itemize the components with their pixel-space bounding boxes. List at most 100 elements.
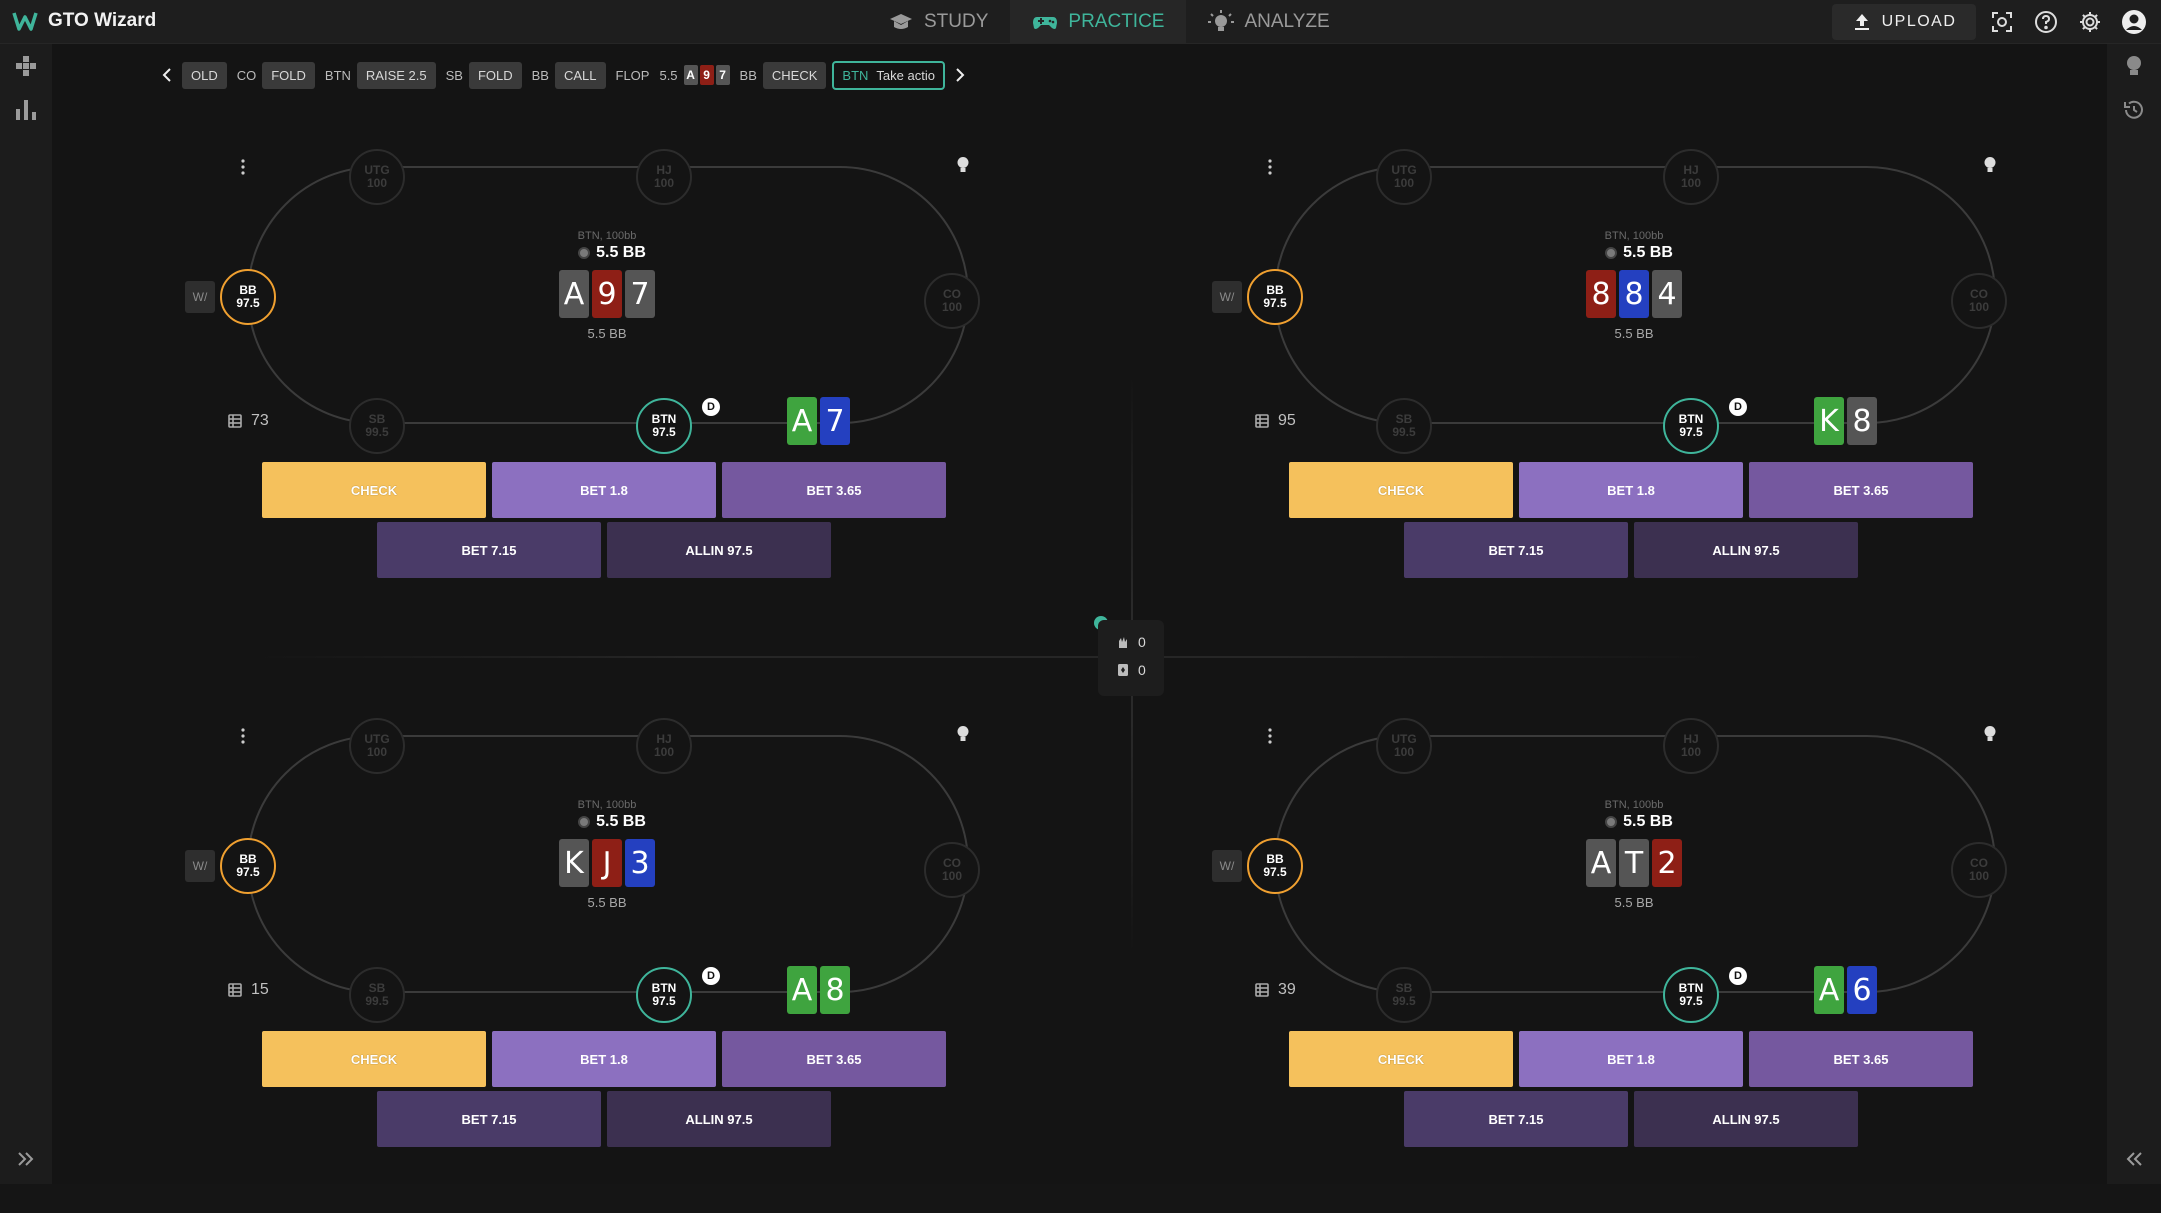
table-hand-counter: 15 (227, 981, 269, 999)
bet-medium-button[interactable]: BET 3.65 (1749, 462, 1973, 518)
seat-stack: 100 (653, 176, 675, 190)
allin-button[interactable]: ALLIN 97.5 (1634, 522, 1858, 578)
hero-hand: A 7 (787, 397, 850, 445)
seat-sb: SB 99.5 (1376, 398, 1432, 454)
board-card: 8 (1619, 270, 1649, 318)
gamepad-icon (1033, 17, 1058, 29)
allin-button[interactable]: ALLIN 97.5 (607, 522, 831, 578)
hint-button[interactable] (1983, 156, 1997, 179)
poker-table-1: UTG 100 HJ 100 CO 100 BB 97.5 SB 99.5 BT… (92, 84, 1092, 644)
bet-small-button[interactable]: BET 1.8 (492, 462, 716, 518)
tab-study[interactable]: STUDY (866, 0, 1010, 44)
history-flop[interactable]: FLOP 5.5 A 9 7 (612, 65, 730, 85)
history-position: SB (445, 67, 463, 83)
check-button[interactable]: CHECK (262, 1031, 486, 1087)
bet-large-button[interactable]: BET 7.15 (377, 522, 601, 578)
allin-button[interactable]: ALLIN 97.5 (607, 1091, 831, 1147)
pot-sub-value: 5.5 BB (1614, 326, 1654, 341)
villain-tag[interactable]: W/ (185, 850, 215, 882)
bet-medium-button[interactable]: BET 3.65 (1749, 1031, 1973, 1087)
lightbulb-icon (957, 157, 969, 172)
pot-amount: 5.5 BB (557, 244, 667, 262)
bet-small-button[interactable]: BET 1.8 (492, 1031, 716, 1087)
dealer-button: D (1729, 398, 1747, 416)
screenshot-button[interactable] (1988, 8, 2016, 36)
seat-utg: UTG 100 (349, 149, 405, 205)
seat-sb: SB 99.5 (349, 967, 405, 1023)
seat-hj: HJ 100 (636, 718, 692, 774)
seat-stack: 100 (1393, 176, 1415, 190)
pot-value: 5.5 BB (596, 244, 646, 261)
hint-button[interactable] (956, 156, 970, 179)
mini-card: 9 (699, 65, 714, 85)
spot-label: BTN, 100bb (577, 230, 637, 242)
poker-table-3: UTG 100 HJ 100 CO 100 BB 97.5 SB 99.5 BT… (92, 653, 1092, 1213)
villain-tag[interactable]: W/ (1212, 281, 1242, 313)
help-button[interactable] (2032, 8, 2060, 36)
table-menu-button[interactable] (240, 727, 246, 750)
seat-hj: HJ 100 (1663, 149, 1719, 205)
history-position: CO (236, 67, 257, 83)
logo[interactable]: GTO Wizard (12, 8, 156, 34)
hand-count: 15 (251, 981, 269, 998)
double-chevron-left-icon (2126, 1152, 2142, 1166)
bet-medium-button[interactable]: BET 3.65 (722, 1031, 946, 1087)
check-button[interactable]: CHECK (262, 462, 486, 518)
upload-button[interactable]: UPLOAD (1832, 4, 1976, 40)
bet-large-button[interactable]: BET 7.15 (1404, 522, 1628, 578)
seat-btn: BTN 97.5 (1663, 967, 1719, 1023)
seat-bb: BB 97.5 (220, 838, 276, 894)
table-menu-button[interactable] (1267, 727, 1273, 750)
villain-tag[interactable]: W/ (1212, 850, 1242, 882)
history-position: BTN (324, 67, 351, 83)
tab-practice[interactable]: PRACTICE (1010, 0, 1187, 44)
history-side-button[interactable] (2119, 95, 2149, 125)
chip-icon (1605, 816, 1618, 828)
seat-co: CO 100 (1951, 273, 2007, 329)
board-card: 8 (1586, 270, 1616, 318)
collapse-sidebar-button[interactable] (2119, 1144, 2149, 1174)
hero-card: 8 (820, 966, 850, 1014)
table-menu-button[interactable] (1267, 158, 1273, 181)
seat-stack: 100 (1968, 869, 1990, 883)
check-button[interactable]: CHECK (1289, 462, 1513, 518)
expand-sidebar-button[interactable] (11, 1144, 41, 1174)
top-bar: GTO Wizard STUDY PRACTICE ANALYZE UPLOAD (0, 0, 2161, 44)
allin-button[interactable]: ALLIN 97.5 (1634, 1091, 1858, 1147)
table-hand-counter: 73 (227, 412, 269, 430)
bet-large-button[interactable]: BET 7.15 (1404, 1091, 1628, 1147)
hero-card: A (787, 397, 817, 445)
table-menu-button[interactable] (240, 158, 246, 181)
seat-stack: 97.5 (652, 425, 676, 439)
pot-amount: 5.5 BB (1584, 813, 1694, 831)
hint-side-button[interactable] (2119, 51, 2149, 81)
seat-hj: HJ 100 (636, 149, 692, 205)
spot-label: BTN, 100bb (1604, 799, 1664, 811)
tab-analyze-label: ANALYZE (1244, 11, 1330, 32)
user-avatar-icon (2122, 10, 2146, 34)
villain-tag[interactable]: W/ (185, 281, 215, 313)
bet-small-button[interactable]: BET 1.8 (1519, 1031, 1743, 1087)
seat-stack: 97.5 (1679, 994, 1703, 1008)
hand-count: 39 (1278, 981, 1296, 998)
check-button[interactable]: CHECK (1289, 1031, 1513, 1087)
history-position: BB (531, 67, 549, 83)
stats-side-button[interactable] (11, 95, 41, 125)
seat-stack: 97.5 (1263, 296, 1287, 310)
board-card: 7 (625, 270, 655, 318)
bet-large-button[interactable]: BET 7.15 (377, 1091, 601, 1147)
board-card: T (1619, 839, 1649, 887)
bar-chart-icon (16, 100, 36, 120)
seat-utg: UTG 100 (1376, 718, 1432, 774)
hint-button[interactable] (1983, 725, 1997, 748)
board-card: 3 (625, 839, 655, 887)
practice-side-button[interactable] (11, 51, 41, 81)
seat-utg: UTG 100 (1376, 149, 1432, 205)
chip-icon (578, 816, 591, 828)
account-button[interactable] (2120, 8, 2148, 36)
tab-analyze[interactable]: ANALYZE (1186, 0, 1351, 44)
bet-small-button[interactable]: BET 1.8 (1519, 462, 1743, 518)
hint-button[interactable] (956, 725, 970, 748)
settings-button[interactable] (2076, 8, 2104, 36)
bet-medium-button[interactable]: BET 3.65 (722, 462, 946, 518)
